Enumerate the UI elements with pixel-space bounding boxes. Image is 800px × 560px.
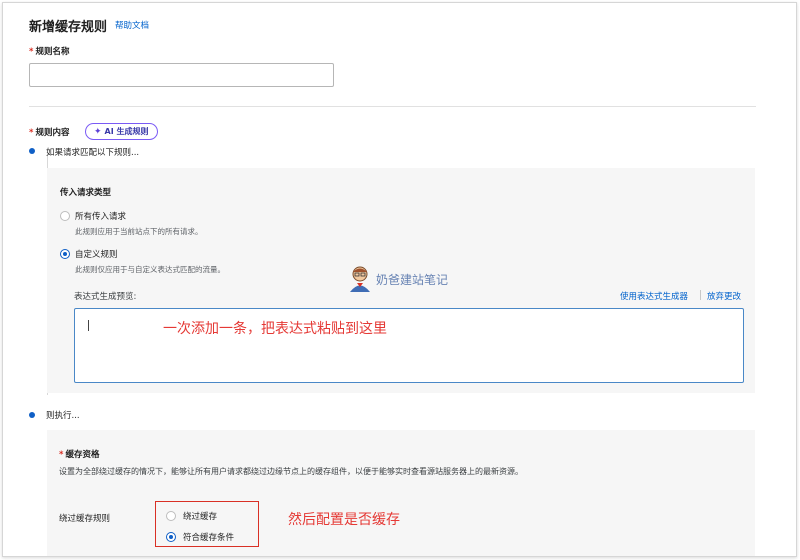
watermark-avatar-icon [348,265,372,293]
if-step-text: 如果请求匹配以下规则... [46,148,140,158]
then-step-text: 则执行... [46,411,80,421]
rule-name-label: * 规则名称 [29,47,70,57]
help-doc-link[interactable]: 帮助文档 [115,19,149,31]
rule-name-input[interactable] [29,63,334,87]
watermark-text: 奶爸建站笔记 [376,272,449,287]
highlight-box [155,501,259,547]
bypass-cache-rule-label: 绕过缓存规则 [59,514,111,524]
option-all-requests-desc: 此规则应用于当前站点下的所有请求。 [75,227,203,236]
option-custom-rule-desc: 此规则仅应用于与自定义表达式匹配的流量。 [75,265,225,274]
cache-eligibility-desc: 设置为全部绕过缓存的情况下，能够让所有用户请求都绕过边缘节点上的缓存组件，以便于… [59,467,523,476]
radio-custom-rule[interactable] [60,249,70,259]
required-marker: * [29,47,34,57]
rule-content-label: * 规则内容 [29,128,70,138]
cache-eligibility-title: * 缓存资格 [59,450,100,460]
radio-all-requests[interactable] [60,211,70,221]
expression-annotation: 一次添加一条，把表达式粘贴到这里 [163,321,387,337]
text-caret [88,320,89,331]
required-marker: * [59,450,64,460]
cache-annotation: 然后配置是否缓存 [288,512,400,528]
sparkle-icon: ✦ [94,126,102,137]
discard-changes-link[interactable]: 放弃更改 [707,290,741,302]
expression-preview-label: 表达式生成预览: [74,292,137,302]
required-marker: * [29,128,34,138]
section-divider [29,106,756,107]
ai-generate-rule-button[interactable]: ✦ AI 生成规则 [85,123,158,140]
timeline-dot [29,148,35,154]
incoming-request-title: 传入请求类型 [60,188,112,198]
link-separator [700,290,701,300]
page-title: 新增缓存规则 [29,20,108,35]
cache-panel [47,430,755,556]
timeline-dot [29,412,35,418]
option-custom-rule-label: 自定义规则 [75,250,118,260]
option-all-requests-label: 所有传入请求 [75,212,127,222]
use-expression-builder-link[interactable]: 使用表达式生成器 [620,290,688,302]
watermark: 奶爸建站笔记 [348,265,448,293]
dialog-frame: 新增缓存规则 帮助文档 * 规则名称 * 规则内容 ✦ AI 生成规则 如果请求匹配… [2,2,797,557]
